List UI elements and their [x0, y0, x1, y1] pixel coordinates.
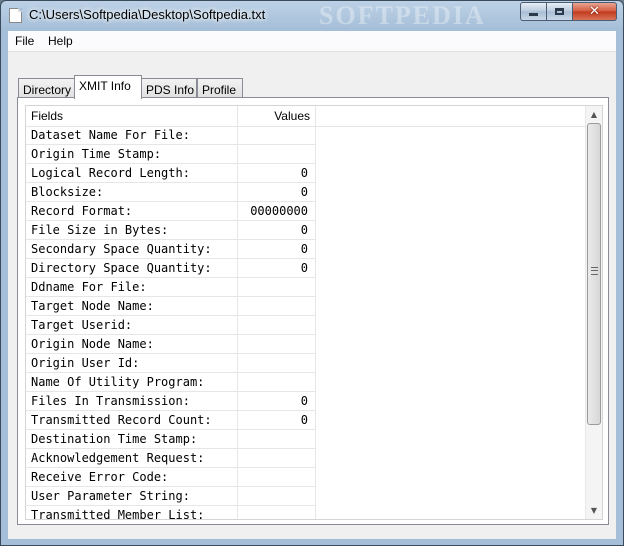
value-cell	[238, 506, 316, 519]
field-cell: File Size in Bytes:	[26, 221, 238, 240]
field-cell: Files In Transmission:	[26, 392, 238, 411]
tab-profile[interactable]: Profile	[197, 78, 243, 98]
tab-panel: Fields Values Dataset Name For File: Orig…	[17, 97, 609, 525]
column-header-values[interactable]: Values	[238, 106, 316, 126]
value-cell	[238, 126, 316, 145]
field-cell: Dataset Name For File:	[26, 126, 238, 145]
document-icon	[9, 8, 22, 23]
softpedia-watermark: SOFTPEDIA	[319, 1, 486, 30]
value-cell	[238, 145, 316, 164]
field-cell: Target Node Name:	[26, 297, 238, 316]
field-cell: Transmitted Member List:	[26, 506, 238, 519]
menu-bar: File Help	[8, 31, 616, 52]
value-cell	[238, 316, 316, 335]
table-body: Dataset Name For File: Origin Time Stamp:…	[26, 126, 316, 519]
table-row[interactable]: Files In Transmission: 0	[26, 392, 316, 411]
field-cell: Logical Record Length:	[26, 164, 238, 183]
vertical-scrollbar[interactable]: ▲ ▼	[585, 106, 602, 519]
maximize-icon	[555, 8, 564, 15]
field-cell: Transmitted Record Count:	[26, 411, 238, 430]
field-cell: Secondary Space Quantity:	[26, 240, 238, 259]
scroll-thumb[interactable]	[587, 123, 601, 425]
table-row[interactable]: File Size in Bytes: 0	[26, 221, 316, 240]
field-cell: Blocksize:	[26, 183, 238, 202]
tab-pds-info[interactable]: PDS Info	[141, 78, 197, 98]
field-cell: Directory Space Quantity:	[26, 259, 238, 278]
scroll-down-icon[interactable]: ▼	[586, 502, 602, 519]
value-cell: 0	[238, 240, 316, 259]
table-header: Fields Values	[26, 106, 602, 127]
value-cell	[238, 373, 316, 392]
table-row[interactable]: Target Node Name:	[26, 297, 316, 316]
field-cell: Origin User Id:	[26, 354, 238, 373]
minimize-icon	[529, 13, 538, 16]
table-row[interactable]: Dataset Name For File:	[26, 126, 316, 145]
field-cell: Ddname For File:	[26, 278, 238, 297]
value-cell	[238, 297, 316, 316]
field-cell: Record Format:	[26, 202, 238, 221]
table-row[interactable]: Name Of Utility Program:	[26, 373, 316, 392]
column-header-fields[interactable]: Fields	[26, 106, 238, 126]
window-title: C:\Users\Softpedia\Desktop\Softpedia.txt	[29, 7, 266, 22]
table-row[interactable]: Transmitted Record Count: 0	[26, 411, 316, 430]
table-row[interactable]: Target Userid:	[26, 316, 316, 335]
maximize-button[interactable]	[547, 2, 573, 21]
table-row[interactable]: Transmitted Member List:	[26, 506, 316, 519]
client-area: File Help Directory XMIT Info PDS Info P…	[8, 31, 616, 539]
table-row[interactable]: Secondary Space Quantity: 0	[26, 240, 316, 259]
app-window: C:\Users\Softpedia\Desktop\Softpedia.txt…	[0, 0, 624, 546]
field-cell: Destination Time Stamp:	[26, 430, 238, 449]
xmit-info-table[interactable]: Fields Values Dataset Name For File: Orig…	[25, 105, 603, 520]
table-row[interactable]: Origin Time Stamp:	[26, 145, 316, 164]
field-cell: Target Userid:	[26, 316, 238, 335]
value-cell: 0	[238, 183, 316, 202]
value-cell	[238, 449, 316, 468]
value-cell: 0	[238, 411, 316, 430]
value-cell	[238, 335, 316, 354]
value-cell: 0	[238, 392, 316, 411]
value-cell	[238, 487, 316, 506]
tab-xmit-info[interactable]: XMIT Info	[74, 75, 142, 99]
value-cell	[238, 430, 316, 449]
minimize-button[interactable]	[520, 2, 547, 21]
table-row[interactable]: Blocksize: 0	[26, 183, 316, 202]
title-bar[interactable]: C:\Users\Softpedia\Desktop\Softpedia.txt…	[1, 1, 623, 31]
field-cell: Acknowledgement Request:	[26, 449, 238, 468]
value-cell: 0	[238, 259, 316, 278]
value-cell: 0	[238, 221, 316, 240]
close-icon: ✕	[589, 4, 600, 19]
table-row[interactable]: Receive Error Code:	[26, 468, 316, 487]
value-cell: 0	[238, 164, 316, 183]
table-row[interactable]: Acknowledgement Request:	[26, 449, 316, 468]
table-row[interactable]: Destination Time Stamp:	[26, 430, 316, 449]
value-cell	[238, 354, 316, 373]
value-cell: 00000000	[238, 202, 316, 221]
table-row[interactable]: Logical Record Length: 0	[26, 164, 316, 183]
table-row[interactable]: Origin User Id:	[26, 354, 316, 373]
field-cell: Receive Error Code:	[26, 468, 238, 487]
table-row[interactable]: Record Format: 00000000	[26, 202, 316, 221]
field-cell: User Parameter String:	[26, 487, 238, 506]
table-row[interactable]: Directory Space Quantity: 0	[26, 259, 316, 278]
caption-buttons: ✕	[520, 2, 617, 21]
table-row[interactable]: Ddname For File:	[26, 278, 316, 297]
table-row[interactable]: Origin Node Name:	[26, 335, 316, 354]
menu-file[interactable]: File	[15, 34, 34, 48]
value-cell	[238, 278, 316, 297]
field-cell: Origin Node Name:	[26, 335, 238, 354]
menu-help[interactable]: Help	[48, 34, 73, 48]
tab-directory[interactable]: Directory	[18, 78, 75, 98]
value-cell	[238, 468, 316, 487]
scroll-up-icon[interactable]: ▲	[586, 106, 602, 123]
field-cell: Name Of Utility Program:	[26, 373, 238, 392]
table-row[interactable]: User Parameter String:	[26, 487, 316, 506]
close-button[interactable]: ✕	[573, 2, 617, 21]
grip-icon	[591, 267, 598, 275]
field-cell: Origin Time Stamp:	[26, 145, 238, 164]
